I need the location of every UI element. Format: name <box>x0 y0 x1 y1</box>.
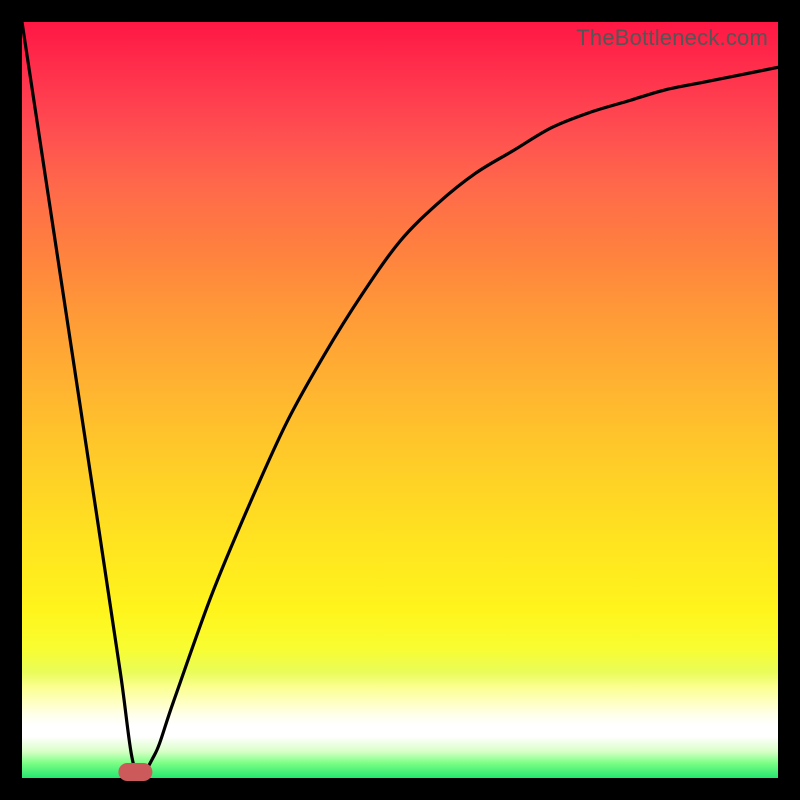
chart-frame: TheBottleneck.com <box>0 0 800 800</box>
bottleneck-curve <box>22 22 778 776</box>
optimal-point-marker <box>118 763 152 781</box>
plot-area: TheBottleneck.com <box>22 22 778 778</box>
curve-layer <box>22 22 778 778</box>
